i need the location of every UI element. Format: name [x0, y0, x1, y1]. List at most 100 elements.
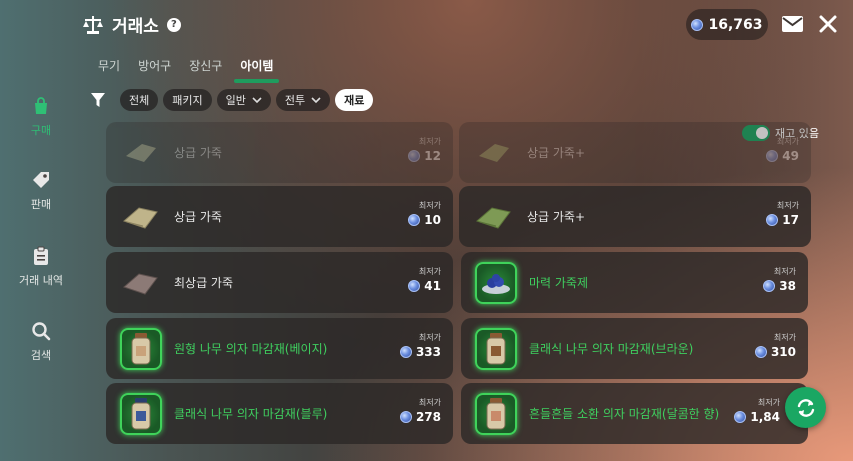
price-label: 최저가 [773, 267, 796, 276]
item-price: 12 [408, 149, 441, 163]
jar-icon [120, 328, 162, 370]
price-value: 333 [415, 345, 441, 359]
chip-label: 전투 [284, 94, 306, 107]
chip-label: 일반 [225, 94, 246, 107]
coin-icon [399, 346, 412, 358]
page-title: 거래소 [112, 17, 159, 37]
coin-icon [408, 280, 421, 292]
item-price-box: 최저가 278 [399, 397, 441, 424]
item-card[interactable]: 원형 나무 의자 마감재(베이지) 최저가 333 [106, 318, 453, 379]
item-price: 333 [399, 345, 441, 359]
sidebar-item-sell[interactable]: 판매 [0, 170, 82, 212]
item-name: 마력 가죽제 [529, 276, 589, 290]
chevron-down-icon [252, 96, 262, 103]
chip-label: 전체 [129, 94, 150, 107]
item-price-box: 최저가 41 [408, 266, 441, 293]
filter-icon[interactable] [90, 92, 106, 108]
price-value: 278 [415, 410, 441, 424]
item-name: 상급 가죽 [174, 210, 222, 224]
item-card[interactable]: 최상급 가죽 최저가 41 [106, 252, 453, 313]
item-price: 49 [766, 149, 799, 163]
item-card[interactable]: 클래식 나무 의자 마감재(브라운) 최저가 310 [461, 318, 808, 379]
item-card[interactable]: 상급 가죽 최저가 12 [106, 122, 453, 183]
price-value: 49 [782, 149, 799, 163]
sidebar-item-buy[interactable]: 구매 [0, 96, 82, 138]
mail-icon[interactable] [782, 16, 803, 32]
sidebar-item-history[interactable]: 거래 내역 [0, 246, 82, 288]
sidebar-item-label: 검색 [30, 349, 52, 362]
filter-dropdown-general[interactable]: 일반 [216, 89, 271, 111]
price-tag-icon [33, 172, 49, 188]
coin-icon [766, 150, 779, 162]
price-value: 38 [779, 279, 796, 293]
filter-chip-material[interactable]: 재료 [335, 89, 374, 111]
leather-gray-icon [120, 262, 162, 304]
close-icon[interactable] [818, 14, 838, 34]
sidebar-item-search[interactable]: 검색 [0, 321, 82, 363]
tab-accessory[interactable]: 장신구 [181, 55, 230, 76]
currency-amount: 16,763 [708, 16, 763, 33]
leather-green-icon [473, 132, 515, 174]
filter-dropdown-combat[interactable]: 전투 [275, 89, 331, 111]
item-card[interactable]: 클래식 나무 의자 마감재(블루) 최저가 278 [106, 383, 453, 444]
price-value: 10 [424, 213, 441, 227]
item-name: 최상급 가죽 [174, 276, 234, 290]
item-card[interactable]: 상급 가죽 최저가 10 [106, 186, 453, 247]
item-price-box: 최저가 17 [766, 200, 799, 227]
item-price-box: 최저가 10 [408, 200, 441, 227]
item-card[interactable]: 상급 가죽+ 최저가 17 [459, 186, 811, 247]
price-label: 최저가 [418, 137, 441, 146]
jar-icon [475, 393, 517, 435]
chevron-down-icon [311, 96, 321, 103]
item-card[interactable]: 마력 가죽제 최저가 38 [461, 252, 808, 313]
price-value: 310 [770, 345, 796, 359]
item-price: 1,84 [734, 410, 780, 424]
item-price: 310 [754, 345, 796, 359]
price-label: 최저가 [773, 333, 796, 342]
clipboard-icon [34, 246, 48, 265]
price-label: 최저가 [776, 137, 799, 146]
price-label: 최저가 [418, 398, 441, 407]
price-value: 1,84 [750, 410, 780, 424]
leather-icon [120, 132, 162, 174]
item-card[interactable]: 상급 가죽+ 최저가 49 [459, 122, 811, 183]
coin-icon [408, 214, 421, 226]
price-label: 최저가 [418, 201, 441, 210]
price-value: 12 [424, 149, 441, 163]
item-name: 상급 가죽 [174, 146, 222, 160]
refresh-button[interactable] [785, 387, 826, 428]
tab-weapon[interactable]: 무기 [90, 55, 128, 76]
coin-icon [766, 214, 779, 226]
item-name: 클래식 나무 의자 마감재(브라운) [529, 342, 694, 356]
refresh-icon [797, 398, 814, 417]
tab-item[interactable]: 아이템 [232, 55, 281, 83]
price-value: 41 [424, 279, 441, 293]
item-name: 흔들흔들 소환 의자 마감재(달콤한 향) [529, 407, 720, 421]
sidebar-item-label: 판매 [30, 198, 52, 211]
item-name: 클래식 나무 의자 마감재(블루) [174, 407, 328, 421]
chip-label: 재료 [344, 94, 365, 107]
item-price-box: 최저가 12 [408, 136, 441, 163]
category-tabs: 무기 방어구 장신구 아이템 [90, 55, 283, 83]
filter-chip-package[interactable]: 패키지 [163, 89, 212, 111]
tab-armor[interactable]: 방어구 [130, 55, 179, 76]
filter-bar: 전체 패키지 일반 전투 재료 [90, 89, 374, 111]
scale-icon [83, 15, 103, 34]
help-icon[interactable]: ? [166, 17, 181, 32]
item-name: 상급 가죽+ [527, 210, 586, 224]
coin-icon [754, 346, 767, 358]
item-price: 38 [763, 279, 796, 293]
coin-icon [763, 280, 776, 292]
price-label: 최저가 [776, 201, 799, 210]
currency-display: 16,763 [686, 9, 768, 40]
item-card[interactable]: 흔들흔들 소환 의자 마감재(달콤한 향) 최저가 1,84 [461, 383, 808, 444]
exchange-window: 거래소 ? 16,763 무기 방어구 장신구 아이템 전체 패키지 일반 전투 [0, 0, 853, 461]
leather-green-icon [473, 196, 515, 238]
sidebar-item-label: 거래 내역 [19, 274, 63, 287]
item-price: 10 [408, 213, 441, 227]
sidebar-item-label: 구매 [30, 124, 52, 137]
item-price-box: 최저가 49 [766, 136, 799, 163]
item-price-box: 최저가 333 [399, 332, 441, 359]
leather-icon [120, 196, 162, 238]
filter-chip-all[interactable]: 전체 [120, 89, 159, 111]
